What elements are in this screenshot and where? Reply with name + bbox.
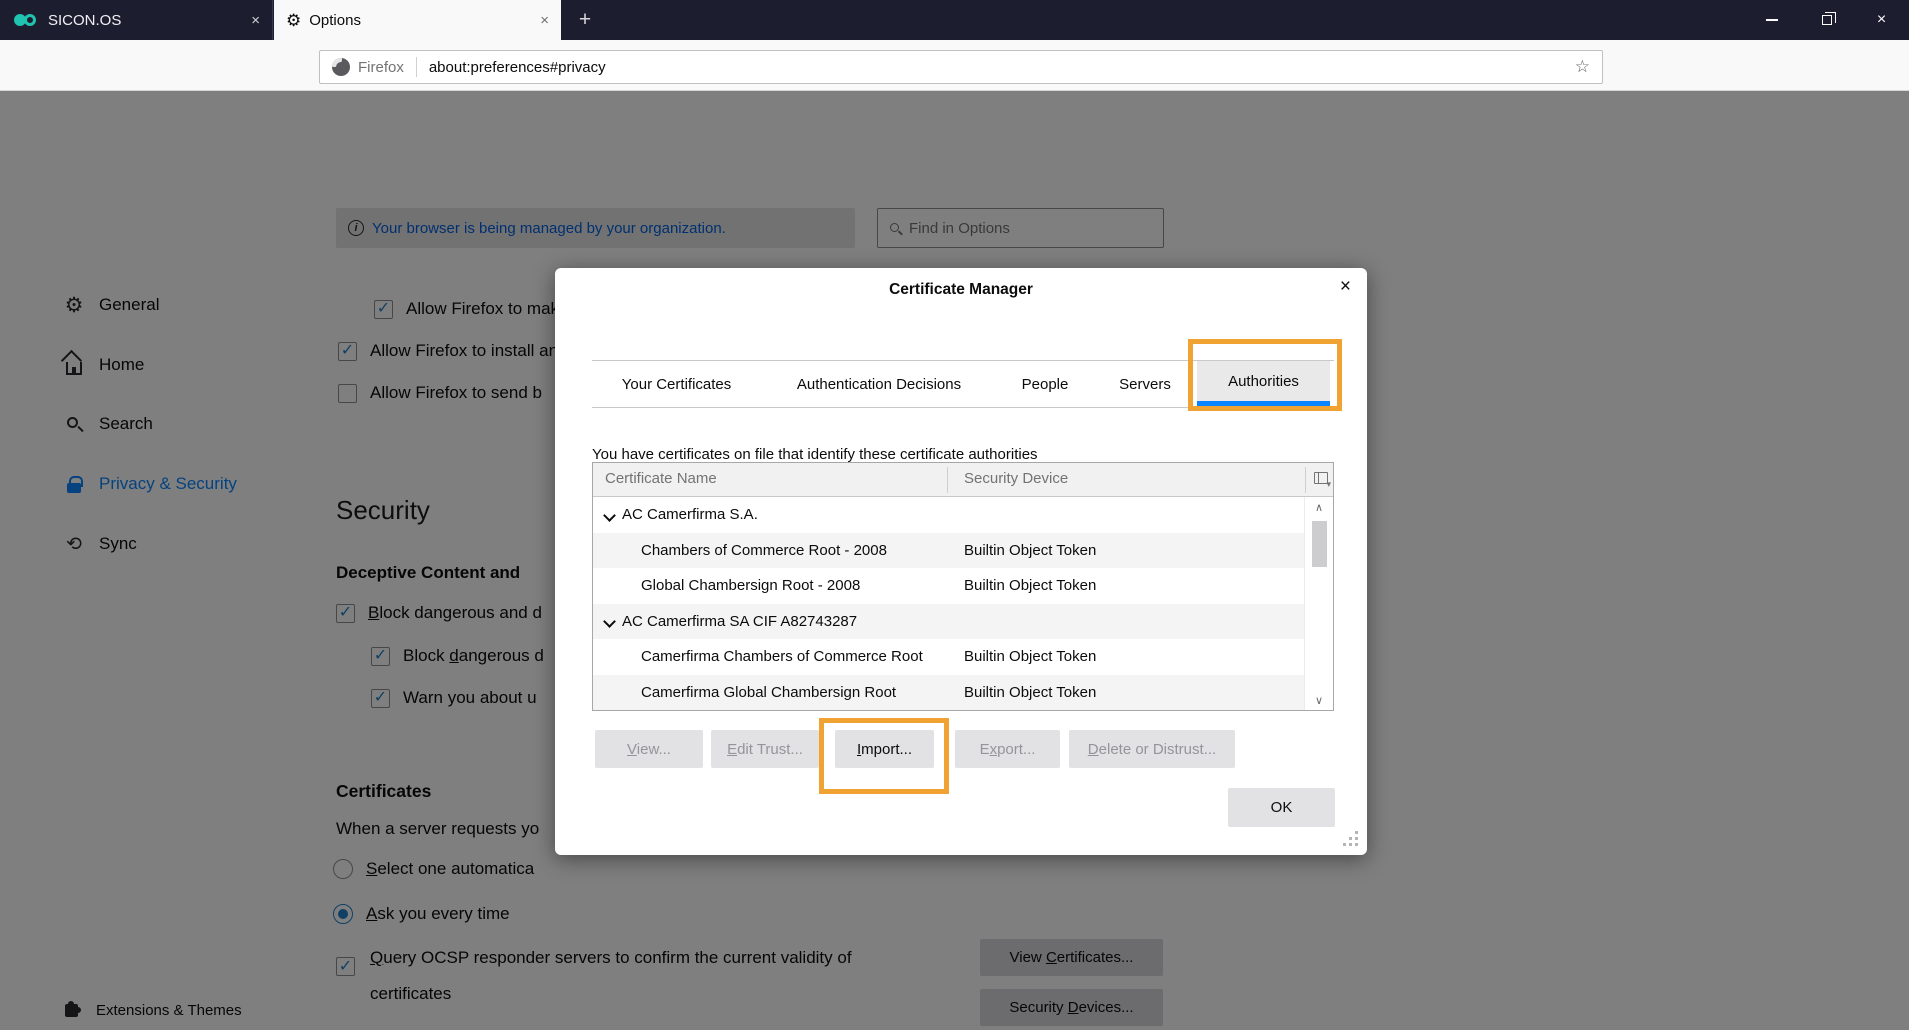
gear-icon: ⚙ — [286, 12, 301, 29]
tab-people[interactable]: People — [1010, 361, 1080, 407]
restore-button[interactable] — [1799, 0, 1854, 40]
table-row-group[interactable]: AC Camerfirma S.A. — [593, 497, 1305, 533]
table-header: Certificate Name Security Device — [593, 463, 1333, 497]
tab-options[interactable]: ⚙ Options × — [274, 0, 561, 40]
dialog-close-button[interactable]: × — [1340, 276, 1351, 298]
url-input[interactable] — [429, 59, 1575, 76]
edit-trust-button[interactable]: Edit Trust... — [711, 730, 819, 768]
scrollbar[interactable]: ∧ ∨ — [1304, 497, 1333, 710]
tab-title: SICON.OS — [48, 12, 121, 29]
tab-servers[interactable]: Servers — [1110, 361, 1180, 407]
column-certificate-name[interactable]: Certificate Name — [605, 470, 717, 487]
restore-icon — [1822, 15, 1832, 25]
table-row[interactable]: Global Chambersign Root - 2008 Builtin O… — [593, 568, 1305, 604]
scrollbar-thumb[interactable] — [1312, 521, 1327, 567]
certificate-table: Certificate Name Security Device AC Came… — [592, 462, 1334, 711]
window-controls: × — [1744, 0, 1909, 40]
resize-grip[interactable] — [1355, 843, 1358, 846]
close-tab-icon[interactable]: × — [540, 12, 549, 29]
table-row-group[interactable]: AC Camerfirma SA CIF A82743287 — [593, 604, 1305, 640]
browser-window: SICON.OS × ⚙ Options × + × ← → ⟳ ⌂ Firef… — [0, 0, 1909, 1030]
tab-your-certificates[interactable]: Your Certificates — [616, 361, 737, 407]
scroll-up-icon[interactable]: ∧ — [1305, 497, 1333, 517]
ok-button[interactable]: OK — [1228, 788, 1335, 827]
column-divider[interactable] — [947, 467, 948, 493]
column-divider — [1305, 467, 1306, 493]
dialog-title: Certificate Manager — [555, 281, 1367, 299]
tab-authentication-decisions[interactable]: Authentication Decisions — [787, 361, 971, 407]
scroll-down-icon[interactable]: ∨ — [1305, 690, 1333, 710]
column-security-device[interactable]: Security Device — [964, 470, 1068, 487]
minimize-button[interactable] — [1744, 0, 1799, 40]
view-button[interactable]: View... — [595, 730, 703, 768]
tab-title: Options — [309, 12, 361, 29]
identity-label: Firefox — [358, 59, 404, 76]
delete-or-distrust-button[interactable]: Delete or Distrust... — [1069, 730, 1235, 768]
tab-authorities[interactable]: Authorities — [1197, 361, 1330, 407]
new-tab-button[interactable]: + — [568, 0, 602, 40]
import-button[interactable]: Import... — [835, 730, 934, 768]
export-button[interactable]: Export... — [955, 730, 1060, 768]
minimize-icon — [1766, 19, 1778, 21]
bookmark-star-icon[interactable]: ☆ — [1575, 57, 1590, 77]
tab-bar: SICON.OS × ⚙ Options × + × — [0, 0, 1909, 40]
close-tab-icon[interactable]: × — [251, 12, 260, 29]
certificate-manager-dialog: Certificate Manager × Your Certificates … — [555, 268, 1367, 855]
table-row[interactable]: Camerfirma Chambers of Commerce Root Bui… — [593, 639, 1305, 675]
table-row[interactable]: Camerfirma Global Chambersign Root Built… — [593, 675, 1305, 711]
chevron-down-icon[interactable] — [605, 616, 615, 626]
firefox-icon — [332, 58, 350, 76]
url-separator — [416, 57, 417, 77]
close-window-button[interactable]: × — [1854, 0, 1909, 40]
dialog-tab-strip: Your Certificates Authentication Decisio… — [592, 360, 1334, 408]
window-close-icon: × — [1877, 12, 1886, 28]
url-bar[interactable]: Firefox ☆ — [319, 50, 1603, 84]
column-picker-icon[interactable] — [1314, 472, 1328, 484]
tab-sicon-os[interactable]: SICON.OS × — [0, 0, 273, 40]
dialog-description: You have certificates on file that ident… — [592, 446, 1038, 463]
chevron-down-icon[interactable] — [605, 510, 615, 520]
table-row[interactable]: Chambers of Commerce Root - 2008 Builtin… — [593, 533, 1305, 569]
sicon-logo-icon — [14, 13, 38, 27]
